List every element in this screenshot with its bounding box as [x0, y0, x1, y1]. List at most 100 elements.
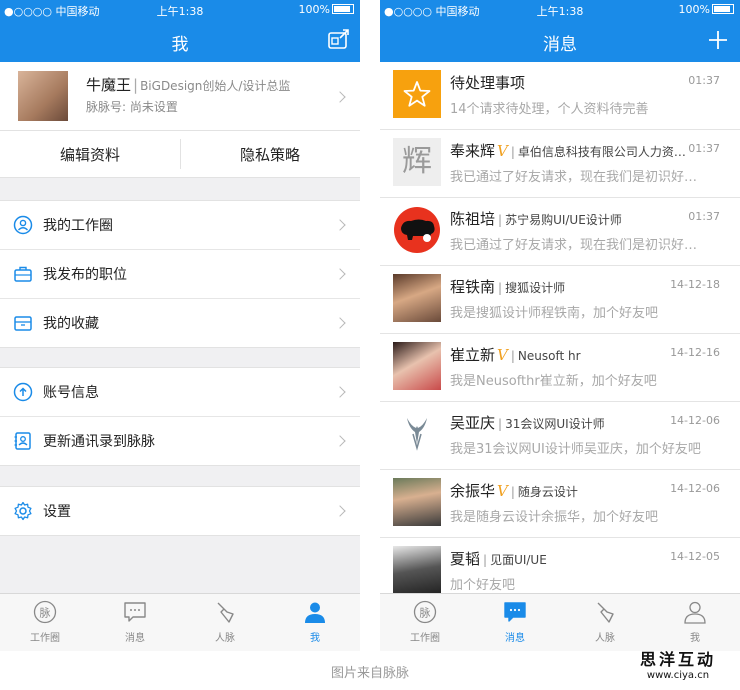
nav-bar: 消息	[380, 20, 740, 62]
message-preview: 加个好友吧	[450, 578, 516, 593]
menu-item-work-circle[interactable]: 我的工作圈	[0, 201, 360, 250]
tab-label: 我	[310, 633, 320, 644]
chat-bubble-icon	[124, 602, 146, 622]
list-item[interactable]: 余振华 V | 随身云设计 14-12-06 我是随身云设计余振华，加个好友吧	[380, 470, 740, 538]
message-name: 陈祖培	[450, 210, 496, 228]
message-time: 01:37	[688, 210, 720, 223]
message-time: 14-12-18	[670, 278, 720, 291]
status-bar: ●○○○○ 中国移动 上午1:38 100%	[380, 0, 740, 20]
avatar	[393, 410, 441, 458]
tab-me[interactable]: 我	[650, 594, 740, 651]
tab-messages[interactable]: 消息	[470, 594, 560, 651]
status-bar: ●○○○○ 中国移动 上午1:38 100%	[0, 0, 360, 20]
bear-logo-icon	[394, 207, 440, 253]
share-profile-icon[interactable]	[326, 28, 350, 52]
message-company: 搜狐设计师	[505, 281, 566, 295]
menu-item-my-jobs[interactable]: 我发布的职位	[0, 250, 360, 299]
chevron-right-icon	[334, 219, 346, 231]
edit-profile-button[interactable]: 编辑资料	[0, 144, 180, 165]
message-name: 余振华	[450, 482, 496, 500]
message-name-line: 奉来辉 V | 卓伯信息科技有限公司人力资…	[450, 142, 686, 160]
avatar	[393, 342, 441, 390]
menu-group-2: 账号信息 更新通讯录到脉脉	[0, 367, 360, 466]
menu-item-favorites[interactable]: 我的收藏	[0, 299, 360, 347]
archive-box-icon	[14, 316, 32, 331]
work-circle-tab-icon: 脉	[33, 600, 57, 624]
menu-item-sync-contacts[interactable]: 更新通讯录到脉脉	[0, 417, 360, 465]
message-name: 待处理事项	[450, 74, 526, 92]
briefcase-icon	[14, 266, 32, 282]
message-time: 14-12-06	[670, 482, 720, 495]
page-title: 我	[171, 35, 189, 55]
battery-percent: 100%	[298, 3, 330, 16]
message-time: 01:37	[688, 74, 720, 87]
message-company: 苏宁易购UI/UE设计师	[505, 213, 622, 227]
tie-icon	[217, 602, 234, 623]
message-company: 见面UI/UE	[490, 553, 547, 567]
list-item[interactable]: 待处理事项 01:37 14个请求待处理，个人资料待完善	[380, 62, 740, 130]
profile-card[interactable]: 牛魔王 | BiGDesign创始人/设计总监 脉脉号: 尚未设置	[0, 62, 360, 131]
user-circle-icon	[13, 215, 33, 235]
list-item[interactable]: 程铁南 | 搜狐设计师 14-12-18 我是搜狐设计师程铁南，加个好友吧	[380, 266, 740, 334]
tab-bar: 脉 工作圈 消息 人脉 我	[380, 593, 740, 651]
tab-label: 消息	[125, 633, 145, 644]
battery-icon	[712, 4, 734, 14]
menu-item-label: 更新通讯录到脉脉	[43, 434, 155, 450]
list-item[interactable]: 辉 奉来辉 V | 卓伯信息科技有限公司人力资… 01:37 我已通过了好友请求，现在…	[380, 130, 740, 198]
chevron-right-icon	[334, 435, 346, 447]
message-time: 01:37	[688, 142, 720, 155]
menu-item-settings[interactable]: 设置	[0, 487, 360, 535]
message-list: 待处理事项 01:37 14个请求待处理，个人资料待完善 辉 奉来辉 V | 卓伯信息…	[380, 62, 740, 606]
plus-icon[interactable]	[706, 28, 730, 52]
tab-label: 消息	[505, 633, 525, 644]
tab-contacts[interactable]: 人脉	[560, 594, 650, 651]
message-preview: 我已通过了好友请求，现在我们是初识好…	[450, 170, 698, 185]
menu-item-label: 我发布的职位	[43, 267, 127, 283]
message-time: 14-12-06	[670, 414, 720, 427]
list-item[interactable]: 崔立新 V | Neusoft hr 14-12-16 我是Neusofthr崔立新，…	[380, 334, 740, 402]
chevron-right-icon	[334, 505, 346, 517]
svg-text:脉: 脉	[420, 606, 431, 620]
tab-label: 人脉	[215, 633, 235, 644]
vip-badge: V	[497, 346, 508, 364]
tab-label: 工作圈	[30, 633, 60, 644]
message-name: 崔立新	[450, 346, 496, 364]
privacy-button[interactable]: 隐私策略	[180, 144, 360, 165]
message-preview: 我是搜狐设计师程铁南，加个好友吧	[450, 306, 659, 321]
message-company: 31会议网UI设计师	[505, 417, 605, 431]
avatar	[18, 71, 68, 121]
battery-indicator: 100%	[679, 3, 734, 16]
tab-label: 工作圈	[410, 633, 440, 644]
battery-indicator: 100%	[299, 3, 354, 16]
vip-badge: V	[497, 142, 508, 160]
contacts-book-icon	[14, 432, 31, 450]
message-name-line: 夏韬 | 见面UI/UE	[450, 550, 547, 568]
list-item[interactable]: 陈祖培 | 苏宁易购UI/UE设计师 01:37 我已通过了好友请求，现在我们是初识…	[380, 198, 740, 266]
message-name: 程铁南	[450, 278, 496, 296]
message-preview: 我是随身云设计余振华，加个好友吧	[450, 510, 659, 525]
message-preview: 我已通过了好友请求，现在我们是初识好…	[450, 238, 698, 253]
menu-item-label: 账号信息	[43, 385, 99, 401]
list-item[interactable]: 吴亚庆 | 31会议网UI设计师 14-12-06 我是31会议网UI设计师吴亚庆，…	[380, 402, 740, 470]
chevron-right-icon	[334, 268, 346, 280]
message-name: 夏韬	[450, 550, 481, 568]
gear-icon	[14, 501, 32, 521]
tab-work-circle[interactable]: 脉 工作圈	[0, 594, 90, 651]
tab-contacts[interactable]: 人脉	[180, 594, 270, 651]
tab-bar: 脉 工作圈 消息 人脉 我	[0, 593, 360, 651]
avatar	[393, 206, 441, 254]
vip-badge: V	[497, 482, 508, 500]
person-icon	[684, 601, 706, 624]
message-company: 卓伯信息科技有限公司人力资…	[517, 145, 686, 159]
tab-work-circle[interactable]: 脉 工作圈	[380, 594, 470, 651]
tab-me[interactable]: 我	[270, 594, 360, 651]
menu-item-account-info[interactable]: 账号信息	[0, 368, 360, 417]
person-icon	[305, 602, 325, 623]
tab-label: 我	[690, 633, 700, 644]
antelope-logo-icon	[407, 418, 427, 451]
tab-messages[interactable]: 消息	[90, 594, 180, 651]
watermark: 思洋互动 www.ciya.cn	[624, 652, 732, 681]
menu-item-label: 设置	[43, 504, 71, 520]
work-circle-tab-icon: 脉	[413, 600, 437, 624]
avatar: 辉	[393, 138, 441, 186]
